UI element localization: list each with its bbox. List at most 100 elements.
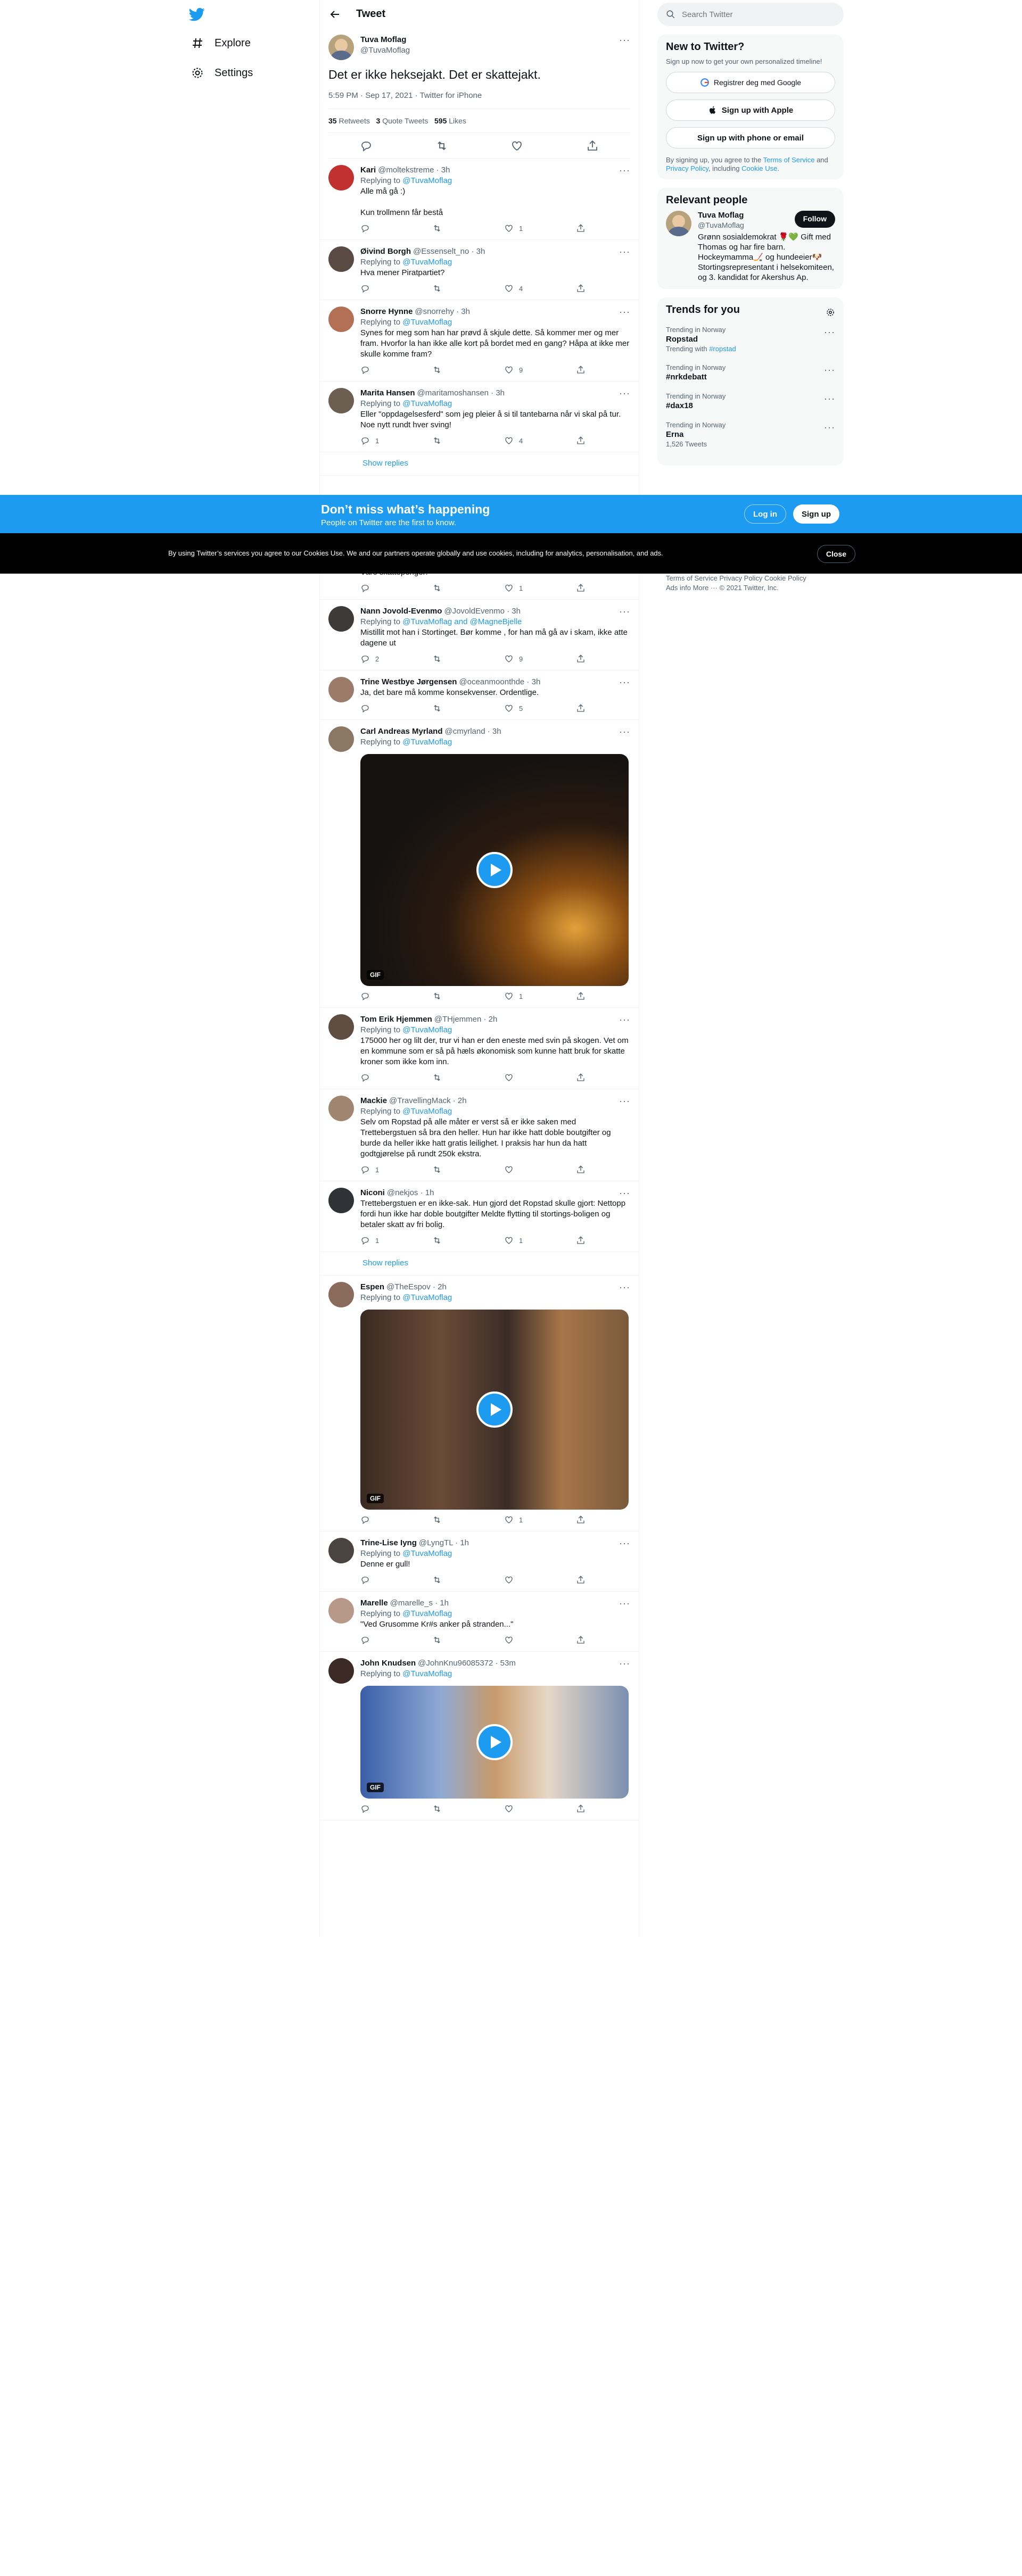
reply-tweet[interactable]: Tom Erik Hjemmen @THjemmen · 2h ··· Reply… [320, 1008, 639, 1089]
author-name[interactable]: Snorre Hynne [360, 307, 413, 317]
terms-link[interactable]: Terms of Service [763, 156, 815, 164]
reply-tweet[interactable]: Trine Westbye Jørgensen @oceanmoonthde ·… [320, 670, 639, 720]
reply-action[interactable] [360, 1073, 403, 1082]
share-action[interactable] [576, 1804, 587, 1813]
author-handle[interactable]: @moltekstreme · 3h [378, 165, 450, 176]
reply-tweet[interactable]: Øivind Borgh @Essenselt_no · 3h ··· Reply… [320, 240, 639, 300]
twitter-logo[interactable] [185, 0, 322, 28]
reply-action[interactable] [360, 1575, 403, 1585]
mention-link[interactable]: @TuvaMoflag [402, 1609, 452, 1618]
more-icon[interactable]: ··· [619, 677, 630, 688]
mention-link[interactable]: @TuvaMoflag [402, 399, 452, 408]
like-action[interactable]: 1 [504, 1515, 547, 1525]
like-action[interactable]: 9 [504, 365, 547, 375]
mention-link[interactable]: @TuvaMoflag [402, 258, 452, 267]
share-action[interactable] [576, 284, 587, 293]
follow-button[interactable]: Follow [794, 211, 835, 228]
reply-tweet[interactable]: Mackie @TravellingMack · 2h ··· Replying … [320, 1089, 639, 1181]
privacy-link[interactable]: Privacy Policy [666, 164, 708, 172]
author-handle[interactable]: @TravellingMack · 2h [389, 1096, 467, 1106]
login-button[interactable]: Log in [744, 504, 786, 524]
mention-link[interactable]: @TuvaMoflag [402, 1549, 452, 1558]
trend-hashtag-link[interactable]: #ropstad [709, 345, 736, 353]
mention-link[interactable]: @TuvaMoflag [402, 318, 452, 327]
author-name[interactable]: Nann Jovold-Evenmo [360, 606, 442, 617]
search-input[interactable] [682, 10, 820, 19]
trend-item[interactable]: Trending in Norway Erna 1,526 Tweets ··· [666, 416, 835, 453]
trend-item[interactable]: Trending in Norway #dax18 ··· [666, 387, 835, 416]
reply-action[interactable] [360, 1515, 403, 1525]
search-box[interactable] [657, 3, 844, 26]
retweet-action[interactable] [432, 991, 475, 1001]
cookie-link[interactable]: Cookie Use [741, 164, 777, 172]
like-action[interactable] [504, 1073, 547, 1082]
avatar[interactable] [328, 35, 354, 60]
like-action[interactable]: 9 [504, 654, 547, 664]
reply-tweet[interactable]: Marita Hansen @maritamoshansen · 3h ··· R… [320, 382, 639, 452]
more-icon[interactable]: ··· [619, 1538, 630, 1548]
likes-stat[interactable]: 595 Likes [434, 117, 466, 125]
gif-media[interactable]: GIF [360, 754, 629, 986]
share-icon[interactable] [586, 139, 599, 152]
reply-icon[interactable] [360, 139, 373, 152]
more-icon[interactable]: ··· [619, 388, 630, 399]
nav-explore[interactable]: Explore [185, 28, 322, 58]
like-action[interactable]: 1 [504, 1236, 547, 1245]
author-name[interactable]: Trine Westbye Jørgensen [360, 677, 457, 688]
retweet-action[interactable] [432, 223, 475, 233]
trend-item[interactable]: Trending in Norway #nrkdebatt ··· [666, 358, 835, 387]
author-handle[interactable]: @TheEspov · 2h [386, 1282, 447, 1293]
share-action[interactable] [576, 1073, 587, 1082]
more-icon[interactable]: ··· [824, 327, 835, 338]
share-action[interactable] [576, 223, 587, 233]
share-action[interactable] [576, 703, 587, 713]
reply-action[interactable] [360, 583, 403, 593]
retweet-action[interactable] [432, 703, 475, 713]
author-handle[interactable]: @marelle_s · 1h [390, 1598, 449, 1609]
nav-settings[interactable]: Settings [185, 58, 322, 88]
avatar[interactable] [328, 1188, 354, 1213]
more-icon[interactable]: ··· [619, 1658, 630, 1669]
mention-link[interactable]: @TuvaMoflag [402, 1293, 452, 1302]
share-action[interactable] [576, 654, 587, 664]
more-icon[interactable]: ··· [619, 726, 630, 737]
share-action[interactable] [576, 991, 587, 1001]
retweet-action[interactable] [432, 365, 475, 375]
author-handle[interactable]: @snorrehy · 3h [415, 307, 470, 317]
more-icon[interactable]: ··· [619, 1282, 630, 1293]
tweet-meta[interactable]: 5:59 PM · Sep 17, 2021 · Twitter for iPh… [328, 82, 630, 109]
reply-action[interactable] [360, 284, 403, 293]
more-icon[interactable]: ··· [619, 1598, 630, 1609]
author-name[interactable]: Tom Erik Hjemmen [360, 1014, 432, 1025]
author-handle[interactable]: @JovoldEvenmo · 3h [444, 606, 521, 617]
reply-tweet[interactable]: Trine-Lise Iyng @LyngTL · 1h ··· Replying… [320, 1531, 639, 1592]
avatar[interactable] [328, 246, 354, 272]
like-action[interactable]: 4 [504, 284, 547, 293]
back-arrow-icon[interactable] [328, 8, 341, 21]
author-handle[interactable]: @oceanmoonthde · 3h [459, 677, 540, 688]
share-action[interactable] [576, 1635, 587, 1645]
more-icon[interactable]: ··· [619, 246, 630, 257]
more-icon[interactable]: ··· [619, 1014, 630, 1025]
avatar[interactable] [328, 1658, 354, 1684]
more-icon[interactable]: ··· [619, 307, 630, 317]
retweet-action[interactable] [432, 284, 475, 293]
settings-gear-icon[interactable] [826, 308, 835, 317]
signup-button[interactable]: Sign up [793, 504, 839, 524]
retweets-stat[interactable]: 35 Retweets [328, 117, 370, 125]
avatar[interactable] [328, 388, 354, 413]
avatar[interactable] [328, 1014, 354, 1040]
author-name[interactable]: Marelle [360, 1598, 388, 1609]
show-replies-link[interactable]: Show replies [320, 452, 639, 476]
more-icon[interactable]: ··· [619, 606, 630, 617]
play-icon[interactable] [476, 1724, 513, 1760]
retweet-icon[interactable] [435, 139, 448, 152]
trend-item[interactable]: Trending in Norway Ropstad Trending with … [666, 320, 835, 358]
reply-action[interactable]: 2 [360, 654, 403, 664]
avatar[interactable] [328, 606, 354, 632]
footer-links[interactable]: Terms of Service Privacy Policy Cookie P… [666, 574, 806, 583]
avatar[interactable] [328, 165, 354, 190]
avatar[interactable] [328, 1598, 354, 1624]
mention-link[interactable]: @TuvaMoflag and @MagneBjelle [402, 617, 522, 626]
reply-action[interactable] [360, 223, 403, 233]
